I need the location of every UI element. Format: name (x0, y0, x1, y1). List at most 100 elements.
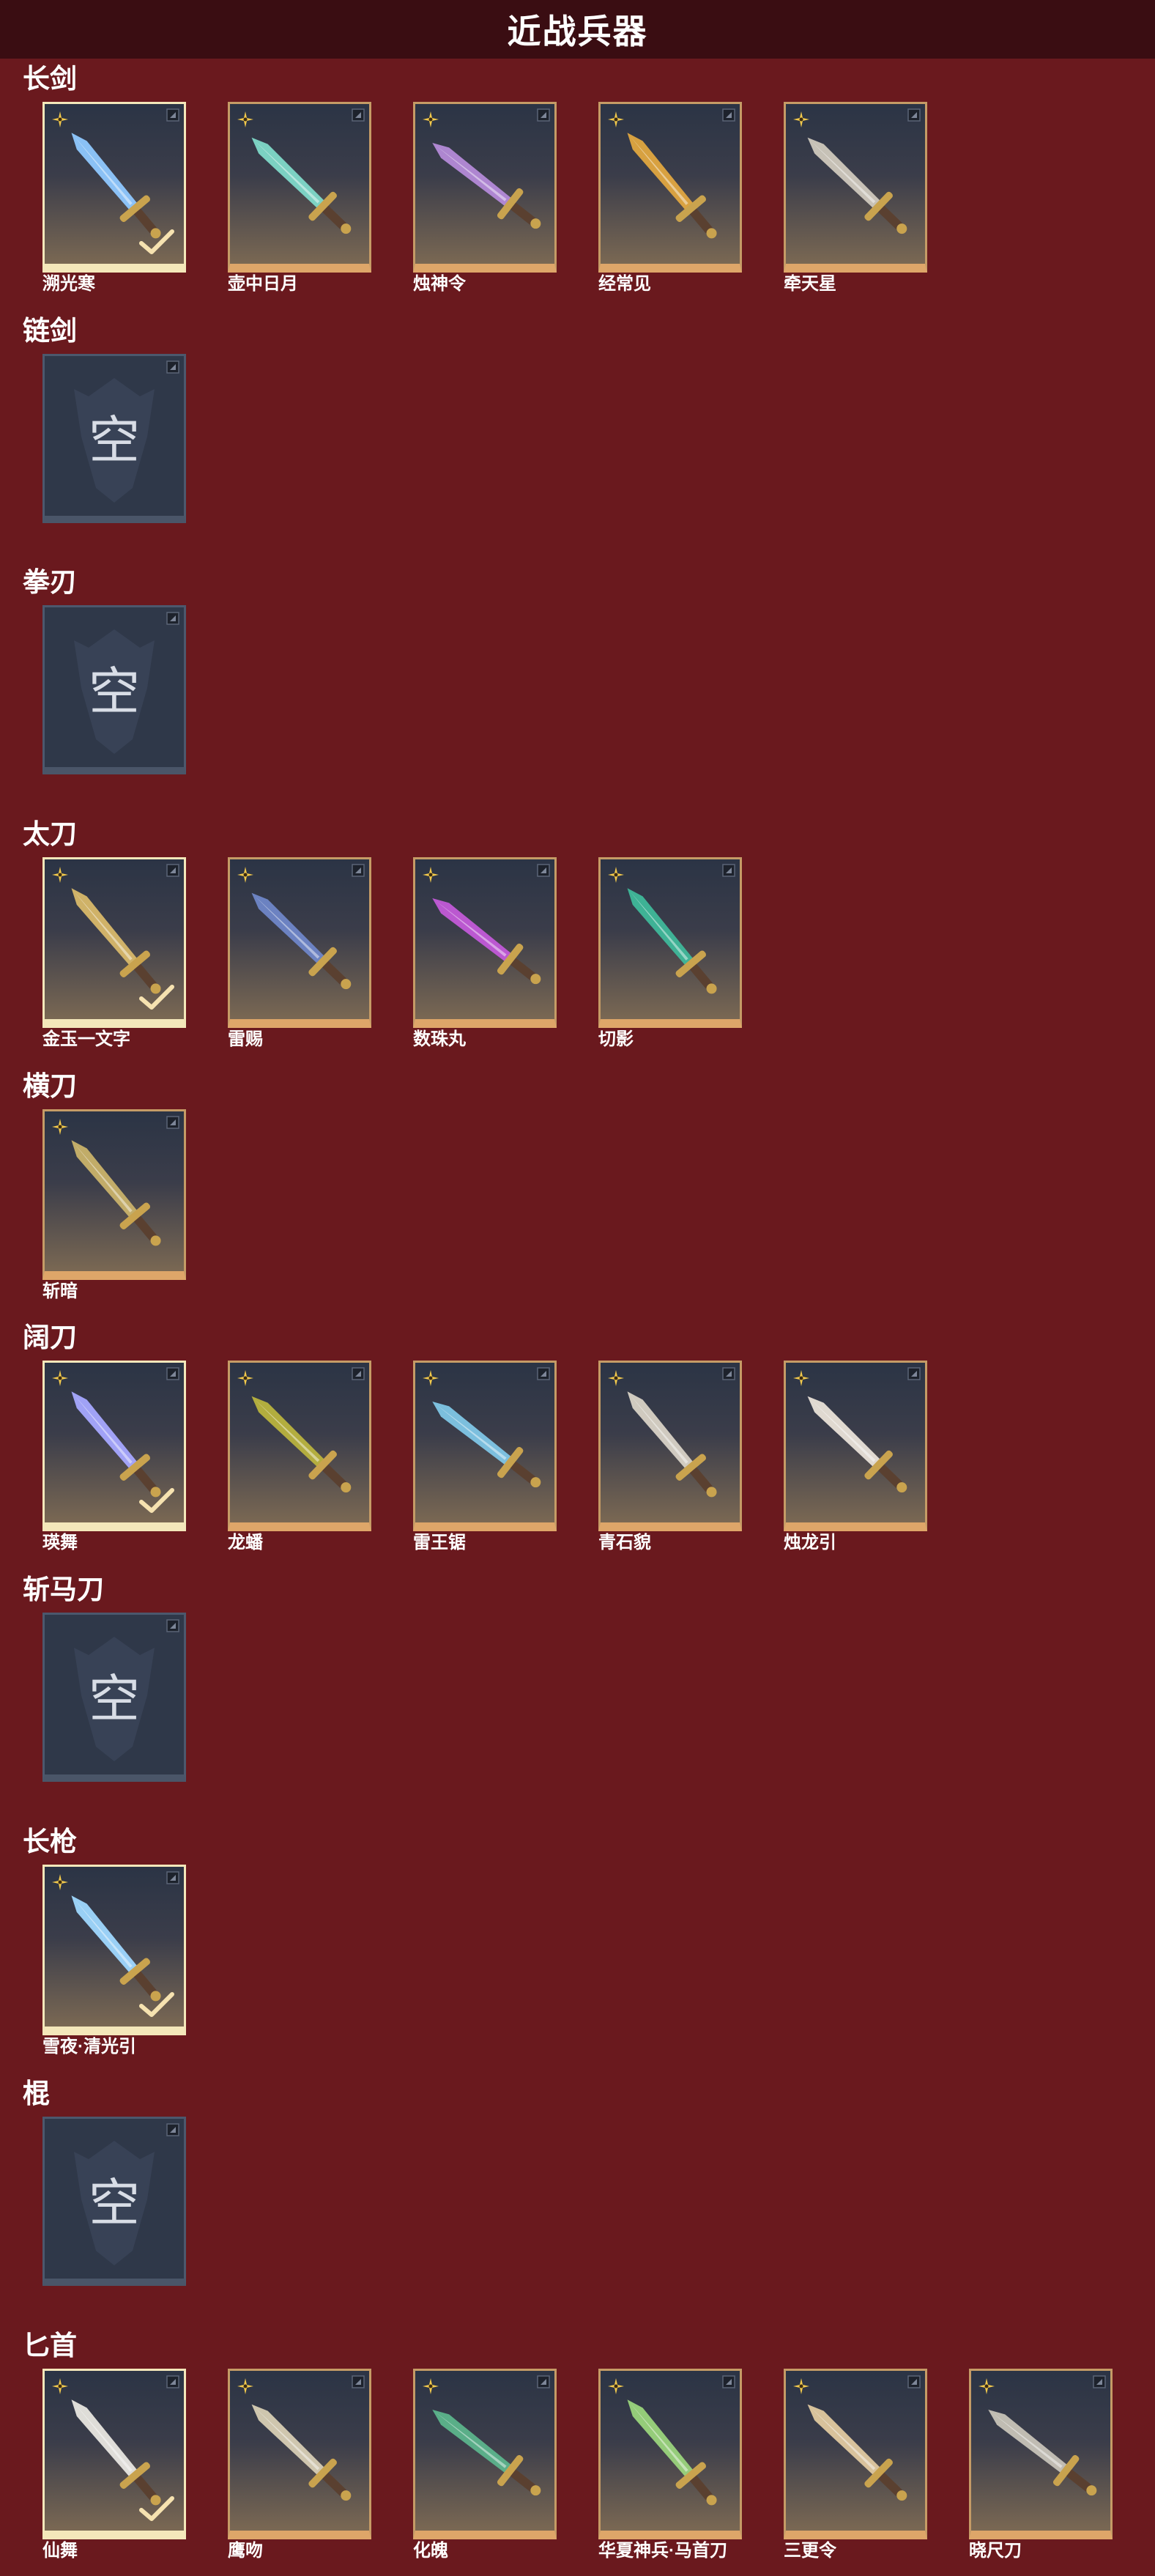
rarity-star-icon (978, 2378, 995, 2394)
weapon-name: 壶中日月 (228, 274, 298, 294)
equipped-check-icon (139, 2496, 174, 2521)
weapon-card[interactable] (598, 2369, 742, 2539)
category-title: 棍 (23, 2079, 50, 2109)
page-title: 近战兵器 (507, 12, 648, 51)
empty-label: 空 (89, 2172, 140, 2233)
empty-slot[interactable]: 空 (42, 605, 186, 810)
weapon-card[interactable] (228, 2369, 371, 2539)
weapon-name: 数珠丸 (413, 1029, 466, 1049)
weapon-item[interactable]: 瑛舞 (42, 1361, 186, 1566)
weapon-item[interactable]: 仙舞 (42, 2369, 186, 2574)
rarity-star-icon (52, 1874, 68, 1890)
weapon-item[interactable]: 鹰吻 (228, 2369, 371, 2574)
rarity-star-icon (237, 2378, 253, 2394)
weapon-name: 晓尺刀 (969, 2541, 1022, 2561)
weapon-item[interactable]: 溯光寒 (42, 102, 186, 307)
weapon-item[interactable]: 经常见 (598, 102, 742, 307)
corner-marker-icon (166, 1367, 179, 1380)
weapon-name: 雷王锯 (413, 1533, 466, 1552)
weapon-card[interactable] (413, 102, 557, 273)
equipped-check-icon (139, 1992, 174, 2017)
weapon-card[interactable] (42, 102, 186, 273)
weapon-name: 瑛舞 (42, 1533, 78, 1552)
weapon-item[interactable]: 数珠丸 (413, 857, 557, 1062)
weapon-card[interactable] (413, 1361, 557, 1531)
corner-marker-icon (722, 1367, 735, 1380)
weapon-item[interactable]: 牵天星 (784, 102, 927, 307)
rarity-star-icon (608, 867, 624, 883)
rarity-star-icon (793, 2378, 809, 2394)
category-title: 长枪 (23, 1826, 77, 1857)
weapon-item[interactable]: 雷赐 (228, 857, 371, 1062)
weapon-item[interactable]: 烛龙引 (784, 1361, 927, 1566)
corner-marker-icon (907, 2375, 921, 2388)
weapon-card[interactable] (42, 1109, 186, 1280)
corner-marker-icon (166, 1871, 179, 1884)
corner-marker-icon (166, 2375, 179, 2388)
empty-slot-card[interactable]: 空 (42, 605, 186, 774)
corner-marker-icon (166, 1116, 179, 1129)
weapon-card[interactable] (784, 1361, 927, 1531)
weapon-card[interactable] (784, 102, 927, 273)
weapon-name: 斩暗 (42, 1281, 78, 1301)
weapon-name: 雷赐 (228, 1029, 263, 1049)
weapon-item[interactable]: 龙蟠 (228, 1361, 371, 1566)
weapon-card[interactable] (598, 102, 742, 273)
weapon-item[interactable]: 金玉一文字 (42, 857, 186, 1062)
rarity-star-icon (423, 2378, 439, 2394)
weapon-card[interactable] (598, 857, 742, 1028)
rarity-star-icon (52, 867, 68, 883)
category-title: 长剑 (23, 64, 77, 94)
weapon-card[interactable] (42, 857, 186, 1028)
rarity-star-icon (237, 111, 253, 127)
weapon-card[interactable] (42, 1865, 186, 2035)
corner-marker-icon (907, 1367, 921, 1380)
weapon-item[interactable]: 晓尺刀 (969, 2369, 1113, 2574)
empty-slot[interactable]: 空 (42, 2117, 186, 2322)
weapon-card[interactable] (784, 2369, 927, 2539)
weapon-card[interactable] (969, 2369, 1113, 2539)
weapon-name: 溯光寒 (42, 274, 95, 294)
corner-marker-icon (722, 108, 735, 122)
rarity-star-icon (237, 1370, 253, 1386)
weapon-card[interactable] (228, 1361, 371, 1531)
weapon-item[interactable]: 雷王锯 (413, 1361, 557, 1566)
weapon-item[interactable]: 斩暗 (42, 1109, 186, 1314)
weapon-card[interactable] (228, 857, 371, 1028)
weapon-name: 金玉一文字 (42, 1029, 130, 1049)
weapon-item[interactable]: 雪夜·清光引 (42, 1865, 186, 2070)
weapon-item[interactable]: 烛神令 (413, 102, 557, 307)
weapon-item[interactable]: 三更令 (784, 2369, 927, 2574)
empty-slot-card[interactable]: 空 (42, 2117, 186, 2286)
corner-marker-icon (537, 108, 550, 122)
weapon-card[interactable] (413, 857, 557, 1028)
weapon-card[interactable] (228, 102, 371, 273)
weapon-card[interactable] (413, 2369, 557, 2539)
empty-label: 空 (89, 661, 140, 722)
corner-marker-icon (537, 864, 550, 877)
equipped-check-icon (139, 985, 174, 1010)
corner-marker-icon (1093, 2375, 1106, 2388)
weapon-card[interactable] (598, 1361, 742, 1531)
weapon-name: 化魄 (413, 2541, 448, 2561)
weapon-card[interactable] (42, 2369, 186, 2539)
empty-label: 空 (89, 410, 140, 470)
weapon-item[interactable]: 壶中日月 (228, 102, 371, 307)
category-title: 链剑 (23, 316, 77, 346)
empty-slot-card[interactable]: 空 (42, 1613, 186, 1782)
corner-marker-icon (352, 1367, 365, 1380)
weapon-item[interactable]: 华夏神兵·马首刀 (598, 2369, 742, 2574)
weapon-item[interactable]: 青石貌 (598, 1361, 742, 1566)
rarity-star-icon (608, 2378, 624, 2394)
empty-slot[interactable]: 空 (42, 354, 186, 559)
weapon-card[interactable] (42, 1361, 186, 1531)
corner-marker-icon (907, 108, 921, 122)
empty-slot-card[interactable]: 空 (42, 354, 186, 523)
weapon-item[interactable]: 化魄 (413, 2369, 557, 2574)
weapon-name: 烛龙引 (784, 1533, 836, 1552)
empty-label: 空 (89, 1668, 140, 1729)
rarity-star-icon (793, 1370, 809, 1386)
empty-slot[interactable]: 空 (42, 1613, 186, 1818)
weapon-item[interactable]: 切影 (598, 857, 742, 1062)
rarity-star-icon (52, 1119, 68, 1135)
